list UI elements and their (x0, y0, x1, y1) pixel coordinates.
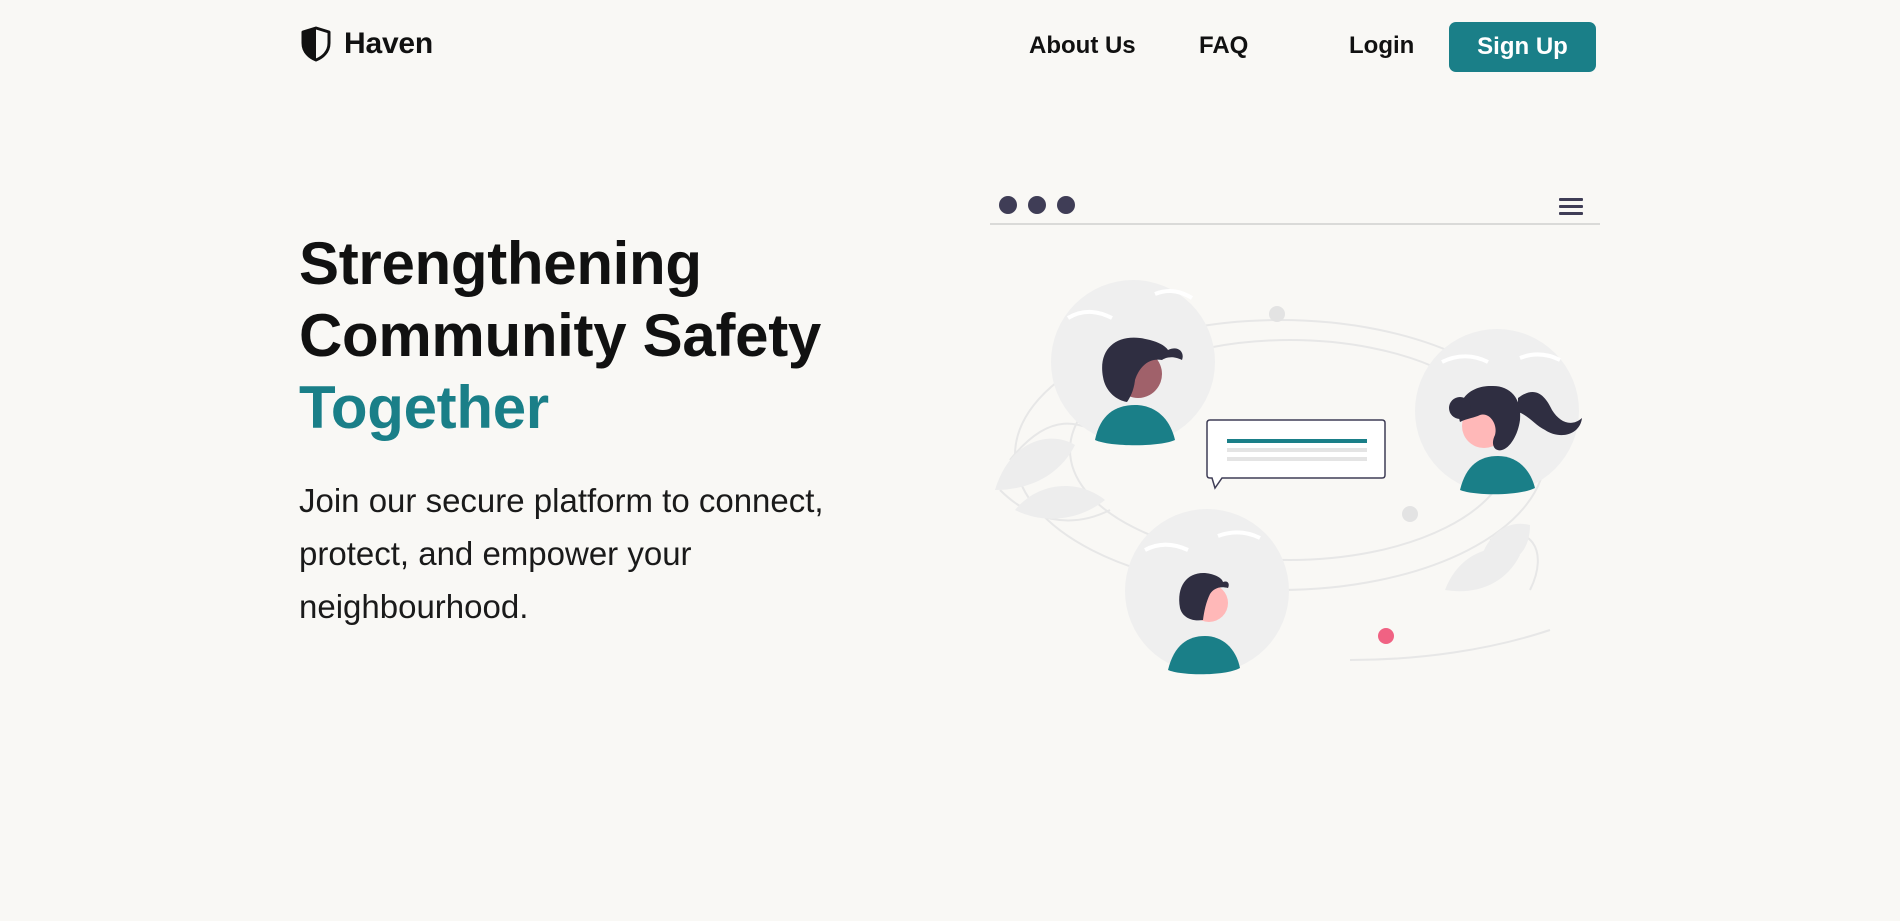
person-avatar (1125, 509, 1289, 675)
nav-faq-link[interactable]: FAQ (1199, 32, 1248, 60)
browser-window-icon (990, 196, 1600, 225)
community-illustration (990, 190, 1600, 680)
hero-title-line: Community Safety (299, 302, 821, 369)
nav-about-link[interactable]: About Us (1029, 32, 1136, 60)
hero-title: Strengthening Community Safety Together (299, 228, 821, 444)
brand-name: Haven (344, 27, 434, 60)
decorative-dot (1269, 306, 1285, 322)
hero-subtitle: Join our secure platform to connect, pro… (299, 482, 824, 625)
hero-title-line: Strengthening (299, 230, 702, 297)
person-avatar (1415, 329, 1582, 495)
chat-bubble-icon (1206, 419, 1386, 490)
signup-button[interactable]: Sign Up (1449, 22, 1596, 72)
decorative-dot (1402, 506, 1418, 522)
hero-title-accent: Together (299, 374, 549, 441)
hamburger-menu-icon (1559, 198, 1583, 215)
person-avatar (1051, 280, 1215, 446)
logo-link[interactable]: Haven (300, 26, 433, 62)
highlight-dot (1378, 628, 1394, 644)
login-link[interactable]: Login (1349, 32, 1414, 60)
shield-icon (301, 26, 331, 62)
landing-page: Haven About Us FAQ Login Sign Up Strengt… (0, 0, 1900, 921)
